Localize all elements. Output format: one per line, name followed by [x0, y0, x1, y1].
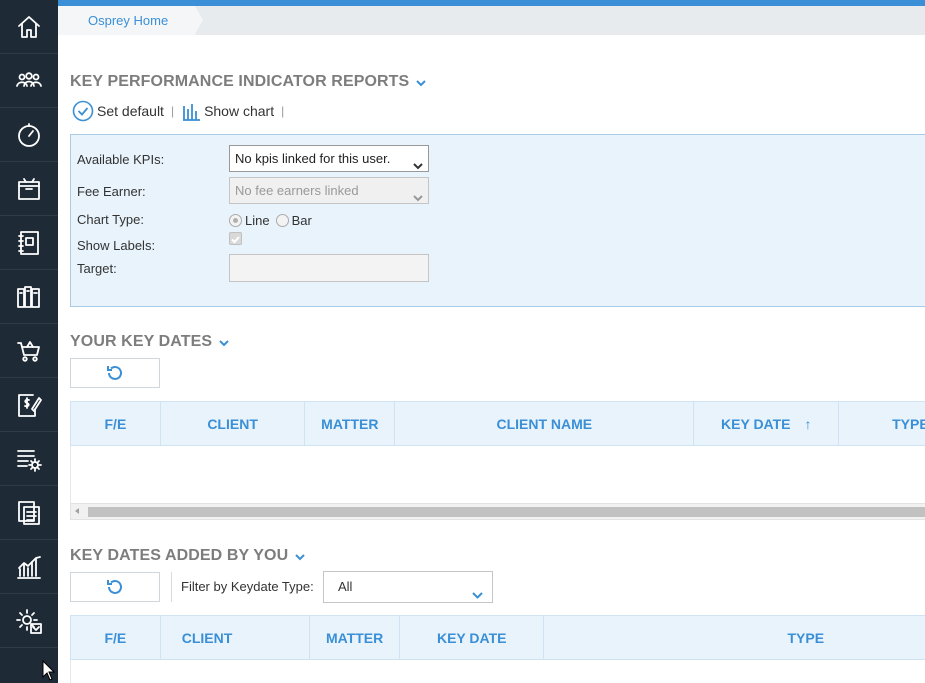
fee-earner-value: No fee earners linked	[235, 183, 359, 198]
refresh-icon	[107, 365, 122, 380]
added-by-you-table-body	[70, 660, 925, 683]
cart-icon	[17, 340, 40, 362]
column-header-client[interactable]: CLIENT	[161, 616, 311, 659]
home-icon	[18, 15, 40, 38]
available-kpis-select[interactable]: No kpis linked for this user.	[229, 145, 429, 172]
kpi-toolbar: Set default | Show chart |	[72, 100, 291, 122]
filter-separator	[171, 572, 172, 602]
sidebar-item-notebook[interactable]	[0, 216, 58, 270]
fee-earner-select[interactable]: No fee earners linked	[229, 177, 429, 204]
sidebar-item-documents[interactable]	[0, 486, 58, 540]
sidebar-item-configuration[interactable]	[0, 432, 58, 486]
show-labels-label: Show Labels:	[77, 238, 156, 253]
sidebar	[0, 0, 58, 683]
sidebar-item-reports[interactable]	[0, 540, 58, 594]
key-dates-table-header: F/E CLIENT MATTER CLIENT NAME KEY DATE ↑…	[70, 401, 925, 446]
sidebar-item-archive[interactable]	[0, 162, 58, 216]
target-input[interactable]	[229, 254, 429, 282]
chart-type-line-label: Line	[245, 213, 270, 228]
box-icon	[18, 177, 40, 200]
breadcrumb-home-link[interactable]: Osprey Home	[58, 6, 195, 35]
sidebar-item-admin[interactable]	[0, 594, 58, 648]
chevron-down-icon	[294, 550, 306, 562]
billing-icon	[18, 393, 42, 417]
chevron-down-icon	[413, 186, 423, 202]
breadcrumb: Osprey Home	[58, 6, 925, 35]
added-by-you-table-header: F/E CLIENT MATTER KEY DATE TYPE	[70, 615, 925, 660]
books-icon	[17, 285, 40, 308]
refresh-icon	[107, 579, 122, 594]
chart-type-label: Chart Type:	[77, 212, 144, 227]
key-dates-section-header[interactable]: YOUR KEY DATES	[70, 333, 230, 351]
mouse-cursor-icon	[42, 660, 56, 681]
key-dates-table-body	[70, 446, 925, 503]
key-dates-horizontal-scrollbar[interactable]	[70, 503, 925, 520]
added-by-you-section-header[interactable]: KEY DATES ADDED BY YOU	[70, 547, 306, 565]
chevron-down-icon	[415, 76, 427, 88]
documents-icon	[18, 500, 40, 525]
fee-earner-label: Fee Earner:	[77, 184, 146, 199]
sidebar-item-time[interactable]	[0, 108, 58, 162]
target-label: Target:	[77, 261, 117, 276]
added-by-you-section-title: KEY DATES ADDED BY YOU	[70, 547, 289, 564]
bar-chart-icon	[183, 104, 201, 121]
people-icon	[16, 71, 42, 87]
column-header-matter[interactable]: MATTER	[310, 616, 400, 659]
chart-type-radio-group: Line Bar	[229, 213, 312, 228]
column-header-type[interactable]: TYPE	[839, 402, 925, 445]
available-kpis-value: No kpis linked for this user.	[235, 151, 391, 166]
sidebar-item-billing[interactable]	[0, 378, 58, 432]
key-dates-section-title: YOUR KEY DATES	[70, 333, 213, 350]
key-dates-refresh-button[interactable]	[70, 358, 160, 388]
chart-type-bar-radio[interactable]	[275, 214, 289, 227]
settings-list-icon	[17, 449, 42, 472]
key-date-column-label: KEY DATE	[721, 415, 791, 432]
checkmark-icon	[231, 236, 240, 244]
toolbar-separator: |	[281, 104, 285, 118]
timer-icon	[18, 122, 40, 147]
column-header-matter[interactable]: MATTER	[305, 402, 396, 445]
analytics-icon	[17, 555, 41, 579]
keydate-type-filter-select[interactable]: All	[323, 571, 493, 603]
set-default-label: Set default	[97, 103, 164, 119]
keydate-type-filter-label: Filter by Keydate Type:	[181, 579, 314, 594]
sidebar-item-clients[interactable]	[0, 54, 58, 108]
sort-ascending-icon: ↑	[804, 415, 812, 432]
column-header-key-date[interactable]: KEY DATE	[400, 616, 545, 659]
set-default-button[interactable]: Set default	[72, 100, 164, 122]
show-chart-label: Show chart	[204, 103, 275, 119]
column-header-client-name[interactable]: CLIENT NAME	[395, 402, 695, 445]
column-header-fe[interactable]: F/E	[71, 616, 161, 659]
column-header-client[interactable]: CLIENT	[161, 402, 306, 445]
column-header-type[interactable]: TYPE	[544, 616, 925, 659]
check-circle-icon	[72, 100, 94, 122]
kpi-section-header[interactable]: KEY PERFORMANCE INDICATOR REPORTS	[70, 73, 427, 91]
breadcrumb-arrow	[195, 6, 203, 34]
chevron-down-icon	[413, 154, 423, 170]
sidebar-item-library[interactable]	[0, 270, 58, 324]
sidebar-item-home[interactable]	[0, 0, 58, 54]
kpi-section-title: KEY PERFORMANCE INDICATOR REPORTS	[70, 73, 410, 90]
show-labels-checkbox[interactable]	[229, 232, 242, 245]
available-kpis-label: Available KPIs:	[77, 152, 165, 167]
column-header-key-date[interactable]: KEY DATE ↑	[694, 402, 840, 445]
notebook-icon	[18, 230, 39, 255]
keydate-type-filter-value: All	[338, 579, 353, 594]
chart-type-bar-label: Bar	[291, 213, 312, 228]
chevron-down-icon	[218, 336, 230, 348]
sidebar-item-purchases[interactable]	[0, 324, 58, 378]
scrollbar-thumb[interactable]	[88, 507, 925, 517]
toolbar-separator: |	[170, 104, 175, 118]
added-by-you-refresh-button[interactable]	[70, 572, 160, 602]
kpi-settings-panel: Available KPIs: No kpis linked for this …	[70, 134, 925, 307]
admin-gear-icon	[16, 608, 42, 634]
show-chart-button[interactable]: Show chart	[181, 101, 274, 121]
column-header-fe[interactable]: F/E	[71, 402, 161, 445]
chart-type-line-radio[interactable]	[229, 214, 242, 227]
scroll-left-arrow-icon[interactable]	[75, 508, 79, 514]
chevron-down-icon	[472, 582, 483, 612]
